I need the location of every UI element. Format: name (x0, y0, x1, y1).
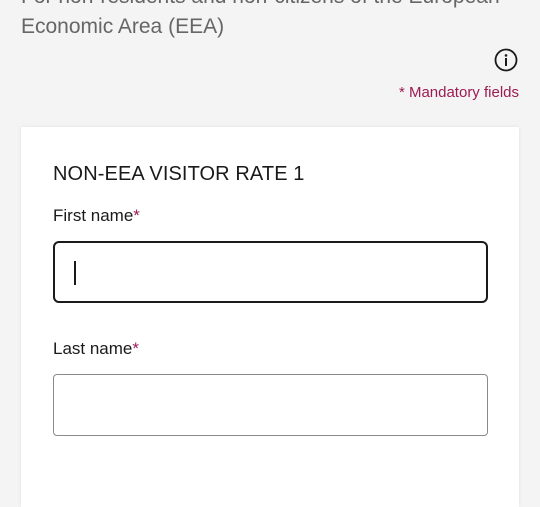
intro-text: For non-residents and non-citizens of th… (21, 0, 500, 38)
last-name-label-text: Last name (53, 339, 133, 358)
last-name-label: Last name* (53, 339, 139, 359)
info-icon[interactable] (494, 48, 518, 72)
first-name-label-text: First name (53, 206, 134, 225)
required-asterisk: * (133, 206, 140, 225)
first-name-label: First name* (53, 206, 140, 226)
form-title: NON-EEA VISITOR RATE 1 (53, 163, 305, 185)
first-name-input[interactable] (53, 241, 488, 303)
text-cursor (74, 261, 76, 285)
visitor-form-card: NON-EEA VISITOR RATE 1 First name* Last … (21, 127, 519, 507)
mandatory-fields-note: * Mandatory fields (398, 84, 519, 101)
last-name-input[interactable] (53, 374, 488, 436)
required-asterisk: * (132, 339, 140, 358)
